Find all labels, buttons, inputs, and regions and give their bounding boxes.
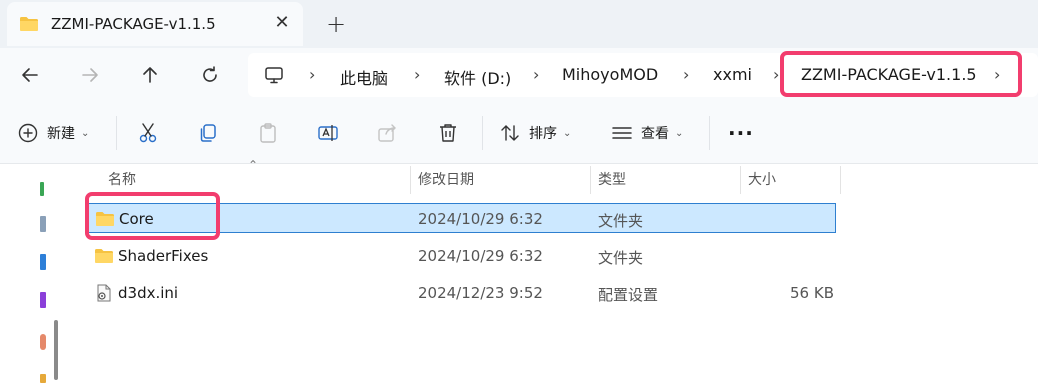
column-divider[interactable] [410,166,411,194]
command-bar: 新建 ⌄ 排序 ⌄ 查看 ⌄ ··· [0,102,1038,164]
navigation-bar: › 此电脑 › 软件 (D:) › MihoyoMOD › xxmi › ZZM… [0,48,1038,102]
arrow-left-icon [22,68,38,82]
file-type: 配置设置 [598,286,659,304]
column-divider[interactable] [740,166,741,194]
clipboard-icon [260,123,276,143]
folder-icon [20,17,38,31]
sort-button[interactable]: 排序 ⌄ [499,102,571,164]
nav-item-icon[interactable] [40,292,46,308]
sort-label: 排序 [529,126,557,142]
up-button[interactable] [135,60,165,90]
plus-circle-icon [18,123,38,143]
scrollbar-thumb[interactable] [54,320,58,380]
breadcrumb-separator: › [683,65,690,84]
refresh-icon [203,66,217,82]
view-button[interactable]: 查看 ⌄ [611,102,683,164]
close-icon[interactable]: ✕ [271,12,293,34]
view-list-icon [612,127,632,139]
view-label: 查看 [641,126,669,142]
share-button[interactable] [377,102,399,164]
chevron-down-icon: ⌄ [563,127,572,139]
more-options-button[interactable]: ··· [728,102,754,164]
column-divider[interactable] [590,166,591,194]
rename-icon [318,125,338,141]
breadcrumb-mihoyomod[interactable]: MihoyoMOD [562,65,658,84]
tab-title: ZZMI-PACKAGE-v1.1.5 [51,15,216,33]
file-type: 文件夹 [598,212,644,230]
breadcrumb-separator: › [309,65,316,84]
ini-file-icon [97,284,111,302]
file-date: 2024/10/29 6:32 [418,210,543,228]
file-name: ShaderFixes [118,247,209,265]
nav-item-icon[interactable] [40,254,46,270]
share-icon [378,124,396,142]
nav-item-icon[interactable] [40,182,44,196]
new-button[interactable]: 新建 ⌄ [17,102,89,164]
separator [116,116,117,150]
nav-item-icon[interactable] [40,216,46,232]
chevron-down-icon: ⌄ [675,127,684,139]
delete-button[interactable] [437,102,459,164]
column-divider[interactable] [840,166,841,194]
breadcrumb-drive-d[interactable]: 软件 (D:) [444,65,511,89]
paste-button[interactable] [257,102,279,164]
breadcrumb-separator: › [414,65,421,84]
refresh-button[interactable] [195,60,225,90]
file-type: 文件夹 [598,249,644,267]
back-button[interactable] [15,60,45,90]
cut-button[interactable] [137,102,159,164]
file-row[interactable]: ShaderFixes 2024/10/29 6:32 文件夹 [86,241,836,271]
folder-icon [95,249,113,263]
arrow-right-icon [82,68,98,82]
file-name: d3dx.ini [118,284,179,302]
highlight-annotation-path [780,51,1022,97]
breadcrumb-separator: › [533,65,540,84]
separator [709,116,710,150]
rename-button[interactable] [317,102,339,164]
breadcrumb-xxmi[interactable]: xxmi [713,65,752,84]
column-header-size[interactable]: 大小 [748,166,776,194]
copy-button[interactable] [197,102,219,164]
chevron-down-icon: ⌄ [81,127,90,139]
forward-button[interactable] [75,60,105,90]
column-header-date[interactable]: 修改日期 [418,166,474,194]
sort-icon [501,125,519,141]
column-header-name[interactable]: 名称 [108,166,136,194]
highlight-annotation-core [85,192,220,240]
copy-icon [200,124,216,142]
breadcrumb-separator: › [773,65,780,84]
column-header-type[interactable]: 类型 [598,166,626,194]
nav-item-icon[interactable] [40,334,46,350]
trash-icon [440,124,456,142]
separator [482,116,483,150]
sort-ascending-icon: ⌃ [248,158,259,172]
scissors-icon [139,123,157,143]
file-row[interactable]: d3dx.ini 2024/12/23 9:52 配置设置 56 KB [86,278,836,308]
new-label: 新建 [47,126,75,142]
file-size: 56 KB [790,284,834,302]
breadcrumb-this-pc[interactable]: 此电脑 [340,65,388,89]
new-tab-button[interactable]: + [324,12,348,36]
tab-active[interactable]: ZZMI-PACKAGE-v1.1.5 ✕ [7,2,303,46]
monitor-icon [265,67,283,84]
file-date: 2024/12/23 9:52 [418,284,543,302]
tab-strip: ZZMI-PACKAGE-v1.1.5 ✕ + [0,0,1038,48]
nav-item-icon[interactable] [40,374,46,383]
file-date: 2024/10/29 6:32 [418,247,543,265]
arrow-up-icon [143,67,157,83]
